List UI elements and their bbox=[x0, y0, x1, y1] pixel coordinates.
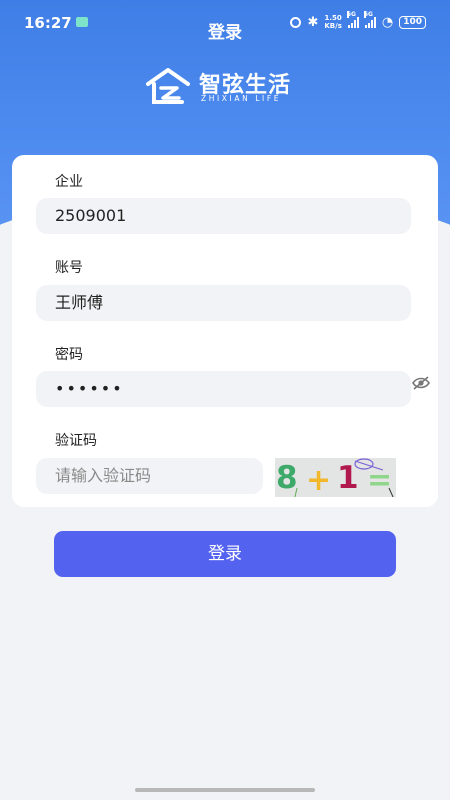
company-label: 企业 bbox=[55, 174, 83, 190]
captcha-input[interactable]: 请输入验证码 bbox=[36, 458, 263, 494]
captcha-digit-1: 8 bbox=[276, 460, 298, 496]
signal-tag: 5G bbox=[346, 10, 356, 18]
company-input[interactable]: 2509001 bbox=[36, 198, 411, 234]
captcha-label: 验证码 bbox=[55, 433, 97, 449]
captcha-operator: + bbox=[306, 463, 331, 497]
captcha-equals: = bbox=[367, 463, 392, 497]
login-button[interactable]: 登录 bbox=[54, 531, 396, 577]
captcha-graphic: 8 + 1 = bbox=[276, 458, 394, 497]
account-label: 账号 bbox=[55, 260, 83, 276]
signal-tag-2: 5G bbox=[363, 10, 373, 18]
password-input[interactable]: •••••• bbox=[36, 371, 411, 407]
app-logo: 智弦生活 ZHIXIAN LIFE bbox=[145, 64, 315, 110]
eye-off-icon[interactable] bbox=[411, 376, 431, 390]
captcha-digit-2: 1 bbox=[337, 460, 359, 496]
password-label: 密码 bbox=[55, 347, 83, 363]
page-title: 登录 bbox=[208, 23, 242, 43]
captcha-image[interactable]: 8 + 1 = bbox=[275, 458, 396, 497]
logo-subtext: ZHIXIAN LIFE bbox=[201, 94, 282, 103]
home-indicator[interactable] bbox=[135, 788, 315, 792]
house-logo-icon bbox=[146, 68, 190, 104]
account-input[interactable]: 王师傅 bbox=[36, 285, 411, 321]
